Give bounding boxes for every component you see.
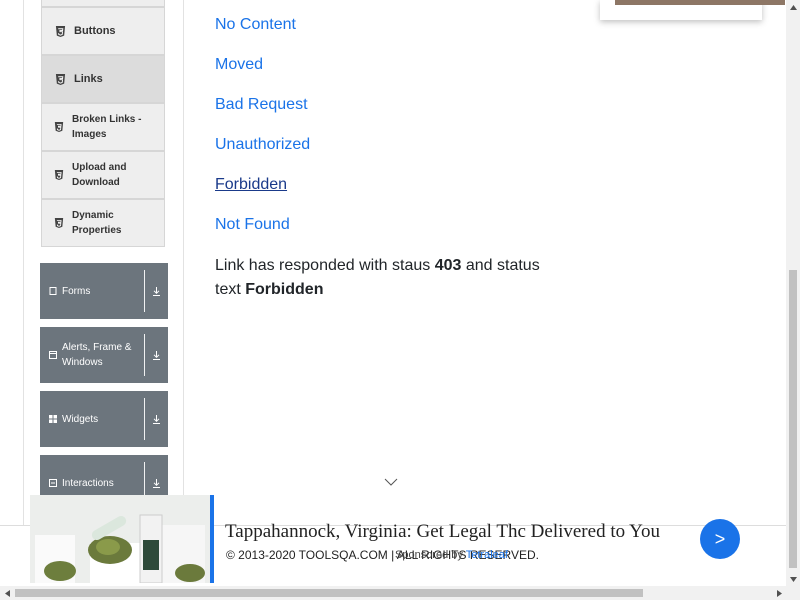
grid-icon (49, 415, 57, 423)
group-label: Alerts, Frame & Windows (62, 342, 132, 368)
ad-widget-top[interactable] (600, 0, 785, 20)
sidebar-item-label: Broken Links - Images (72, 114, 142, 140)
link-not-found[interactable]: Not Found (215, 216, 290, 234)
horizontal-scroll-thumb[interactable] (15, 589, 643, 597)
sidebar: Buttons Links Broken Links - Images Uplo… (23, 0, 184, 526)
sidebar-item-broken-links[interactable]: Broken Links - Images (41, 103, 165, 151)
download-icon (145, 478, 168, 488)
chevron-down-icon[interactable] (384, 478, 398, 487)
scroll-up-icon[interactable] (786, 0, 800, 14)
link-unauthorized[interactable]: Unauthorized (215, 136, 310, 154)
scroll-left-icon[interactable] (0, 586, 14, 600)
sidebar-item-label: Dynamic Properties (72, 210, 122, 236)
html5-icon (55, 25, 66, 37)
horizontal-scrollbar[interactable] (0, 586, 800, 600)
sidebar-item-links[interactable]: Links (41, 55, 165, 103)
download-icon (145, 414, 168, 424)
html5-icon (54, 170, 64, 180)
scroll-right-icon[interactable] (772, 586, 786, 600)
window-icon (49, 351, 57, 359)
sidebar-item-upload-download[interactable]: Upload and Download (41, 151, 165, 199)
sidebar-group-forms[interactable]: Forms (40, 263, 168, 319)
html5-icon (54, 218, 64, 228)
html5-icon (54, 122, 64, 132)
link-forbidden[interactable]: Forbidden (215, 176, 287, 194)
scroll-down-icon[interactable] (786, 572, 800, 586)
vertical-scroll-thumb[interactable] (789, 270, 797, 568)
group-label: Interactions (62, 477, 114, 489)
sidebar-item-partial[interactable] (41, 0, 165, 7)
vertical-scrollbar[interactable] (786, 0, 800, 586)
ad-title[interactable]: Tappahannock, Virginia: Get Legal Thc De… (225, 521, 660, 543)
sidebar-item-label: Links (74, 73, 103, 85)
response-prefix: Link has responded with staus (215, 257, 431, 274)
link-moved[interactable]: Moved (215, 56, 263, 74)
link-response-message: Link has responded with staus 403 and st… (215, 254, 555, 302)
response-code: 403 (434, 257, 462, 274)
html5-icon (55, 73, 66, 85)
group-label: Widgets (62, 413, 99, 425)
group-label: Forms (62, 285, 91, 297)
sidebar-item-dynamic-properties[interactable]: Dynamic Properties (41, 199, 165, 247)
sidebar-item-label: Buttons (74, 25, 116, 37)
ad-image[interactable] (30, 495, 210, 583)
link-bad-request[interactable]: Bad Request (215, 96, 308, 114)
ad-next-button[interactable]: > (700, 519, 740, 559)
document-icon (49, 287, 57, 295)
interaction-icon (49, 479, 57, 487)
sidebar-group-widgets[interactable]: Widgets (40, 391, 168, 447)
sidebar-group-alerts[interactable]: Alerts, Frame & Windows (40, 327, 168, 383)
link-no-content[interactable]: No Content (215, 16, 296, 34)
download-icon (145, 286, 168, 296)
ad-sponsor[interactable]: Sponsored by Tetraleaf (395, 549, 508, 561)
response-status-text: Forbidden (245, 281, 324, 298)
sidebar-item-buttons[interactable]: Buttons (41, 7, 165, 55)
sidebar-item-label: Upload and Download (72, 162, 127, 188)
ad-banner[interactable]: Tappahannock, Virginia: Get Legal Thc De… (30, 495, 785, 583)
download-icon (145, 350, 168, 360)
